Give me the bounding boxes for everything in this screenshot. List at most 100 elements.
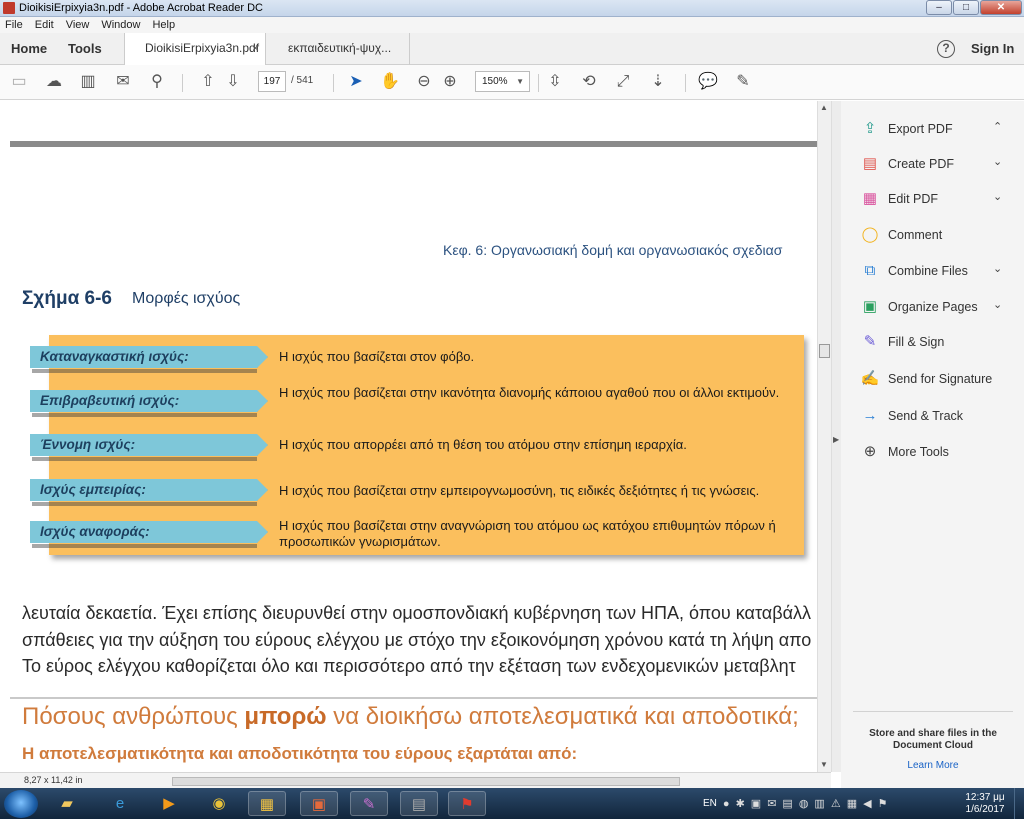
tool-label: Send for Signature (888, 372, 993, 386)
window-title: DioikisiErpixyia3n.pdf - Adobe Acrobat R… (19, 2, 263, 14)
hand-tool-icon[interactable]: ✋ (380, 72, 400, 92)
powerpoint-icon[interactable]: ▣ (300, 791, 338, 816)
chevron-down-icon[interactable]: ⌄ (993, 155, 1002, 168)
tool-fill-sign[interactable]: ✎ Fill & Sign (860, 331, 945, 353)
tool-label: Organize Pages (888, 300, 978, 314)
window-app-icon[interactable]: ▤ (400, 791, 438, 816)
tray-icon[interactable]: ▥ (814, 797, 824, 810)
highlight-pen-icon[interactable]: ✎ (733, 72, 753, 92)
upload-cloud-icon[interactable]: ☁ (44, 72, 64, 92)
network-icon[interactable]: ▦ (847, 797, 857, 810)
tool-edit-pdf[interactable]: ▦ Edit PDF (860, 188, 938, 210)
previous-page-icon[interactable]: ⇧ (198, 72, 218, 92)
menu-edit[interactable]: Edit (35, 19, 54, 31)
tray-icon[interactable]: ⚠ (831, 797, 841, 810)
document-cloud-promo: Store and share files in the Document Cl… (853, 711, 1013, 771)
tool-more-tools[interactable]: ⊕ More Tools (860, 441, 949, 463)
minimize-button[interactable]: – (926, 0, 952, 15)
menu-help[interactable]: Help (152, 19, 175, 31)
power-label-coercive: Καταναγκαστική ισχύς: (30, 346, 268, 368)
search-icon[interactable]: ⚲ (147, 72, 167, 92)
sign-in-button[interactable]: Sign In (971, 33, 1014, 65)
menu-view[interactable]: View (66, 19, 90, 31)
pen-app-icon[interactable]: ✎ (350, 791, 388, 816)
chevron-down-icon[interactable]: ⌄ (993, 262, 1002, 275)
maximize-button[interactable]: □ (953, 0, 979, 15)
menu-window[interactable]: Window (101, 19, 140, 31)
tray-icon[interactable]: ✱ (736, 797, 745, 810)
tray-icon[interactable]: ▤ (782, 797, 792, 810)
tool-send-for-signature[interactable]: ✍ Send for Signature (860, 368, 993, 390)
export-pdf-icon: ⇪ (863, 120, 877, 137)
vertical-scrollbar[interactable]: ▲ ▼ (817, 101, 831, 772)
page-top-rule (10, 141, 817, 147)
scroll-up-icon[interactable]: ▲ (820, 103, 828, 112)
home-tab[interactable]: Home (11, 33, 47, 65)
action-center-icon[interactable]: ⚑ (878, 797, 888, 810)
chevron-down-icon[interactable]: ⌄ (993, 298, 1002, 311)
tab-close-icon[interactable]: × (252, 33, 259, 64)
menu-file[interactable]: File (5, 19, 23, 31)
file-explorer-icon[interactable]: ▰ (48, 791, 86, 816)
toolbar-divider (685, 74, 686, 92)
horizontal-scrollbar-thumb[interactable] (172, 777, 680, 786)
tab-document-active[interactable]: DioikisiErpixyia3n.pdf × (124, 33, 266, 66)
taskbar-clock[interactable]: 12:37 μμ 1/6/2017 (960, 792, 1010, 816)
email-icon[interactable]: ✉ (113, 72, 133, 92)
tool-combine-files[interactable]: ⧉ Combine Files (860, 260, 968, 282)
select-cursor-icon[interactable]: ➤ (346, 72, 366, 92)
zoom-in-icon[interactable]: ⊕ (440, 72, 460, 92)
tools-tab[interactable]: Tools (68, 33, 102, 65)
edit-pdf-icon: ▦ (862, 190, 878, 207)
learn-more-link[interactable]: Learn More (853, 760, 1013, 771)
chevron-up-icon[interactable]: ⌃ (993, 120, 1002, 133)
scroll-mode-icon[interactable]: ⇣ (648, 72, 668, 92)
tool-organize-pages[interactable]: ▣ Organize Pages (860, 296, 978, 318)
tray-icon[interactable]: ▣ (751, 797, 761, 810)
language-indicator[interactable]: EN (703, 798, 717, 809)
power-label-referent: Ισχύς αναφοράς: (30, 521, 268, 543)
zoom-out-icon[interactable]: ⊖ (414, 72, 434, 92)
save-icon[interactable]: ▭ (9, 72, 29, 92)
media-player-icon[interactable]: ▶ (150, 791, 188, 816)
windows-taskbar: ▰ e ▶ ◉ ▦ ▣ ✎ ▤ ⚑ EN ● ✱ ▣ ✉ ▤ ◍ ▥ ⚠ ▦ ◀… (0, 788, 1024, 819)
fit-page-icon[interactable]: ⇳ (545, 72, 565, 92)
tool-export-pdf[interactable]: ⇪ Export PDF (860, 118, 953, 140)
chrome-icon[interactable]: ◉ (200, 791, 238, 816)
tag-shadow (32, 369, 257, 373)
next-page-icon[interactable]: ⇩ (223, 72, 243, 92)
folder-window-icon[interactable]: ▦ (248, 791, 286, 816)
internet-explorer-icon[interactable]: e (101, 791, 139, 816)
section-title-pre: Πόσους ανθρώπους (22, 703, 245, 730)
chevron-down-icon[interactable]: ⌄ (993, 190, 1002, 203)
system-tray: EN ● ✱ ▣ ✉ ▤ ◍ ▥ ⚠ ▦ ◀ ⚑ (703, 788, 887, 819)
volume-icon[interactable]: ◀ (863, 797, 871, 810)
chevron-down-icon: ▼ (516, 77, 524, 86)
scrollbar-thumb[interactable] (819, 344, 830, 358)
show-desktop-button[interactable] (1014, 788, 1024, 819)
tool-create-pdf[interactable]: ▤ Create PDF (860, 153, 954, 175)
tool-send-track[interactable]: → Send & Track (860, 405, 964, 427)
tool-label: Send & Track (888, 409, 964, 423)
sub-heading: Η αποτελεσματικότητα και αποδοτικότητα τ… (22, 744, 578, 763)
full-screen-icon[interactable]: ⤢ (613, 72, 633, 92)
zoom-select[interactable]: 150% ▼ (475, 71, 530, 92)
help-icon[interactable]: ? (937, 40, 955, 58)
tool-comment[interactable]: ◯ Comment (860, 224, 943, 246)
start-button[interactable] (4, 790, 38, 818)
power-label-legitimate: Έννομη ισχύς: (30, 434, 268, 456)
tray-icon[interactable]: ✉ (767, 797, 776, 810)
scroll-down-icon[interactable]: ▼ (820, 760, 828, 769)
right-pane-toggle[interactable]: ▶ (831, 101, 841, 772)
tray-icon[interactable]: ◍ (799, 797, 809, 810)
print-icon[interactable]: ▥ (78, 72, 98, 92)
tag-shadow (32, 457, 257, 461)
acrobat-taskbar-icon[interactable]: ⚑ (448, 791, 486, 816)
close-window-button[interactable]: ✕ (980, 0, 1022, 15)
rotate-icon[interactable]: ⟲ (579, 72, 599, 92)
page-number-input[interactable]: 197 (258, 71, 286, 92)
tab-document-2[interactable]: εκπαιδευτική-ψυχ... (268, 33, 410, 65)
body-line-1: λευταία δεκαετία. Έχει επίσης διευρυνθεί… (22, 603, 811, 623)
comment-bubble-icon[interactable]: 💬 (698, 72, 718, 92)
tray-icon[interactable]: ● (723, 798, 730, 810)
